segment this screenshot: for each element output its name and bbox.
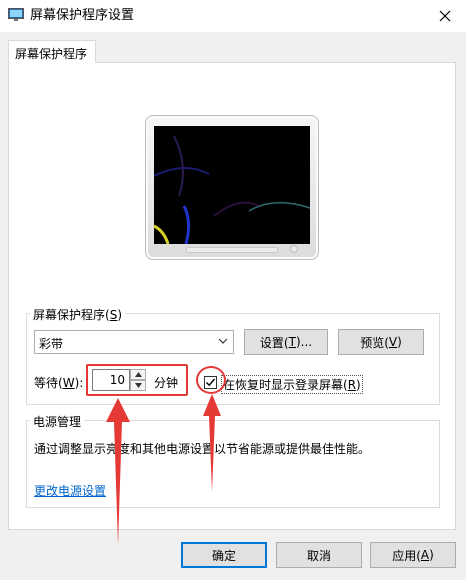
resume-login-label[interactable]: 在恢复时显示登录屏幕(R) [221,375,363,394]
apply-button[interactable]: 应用(A) [370,542,456,568]
settings-button[interactable]: 设置(T)... [244,329,328,355]
screensaver-select[interactable]: 彩带 [34,330,234,354]
wait-highlight-box [86,364,188,396]
power-description: 通过调整显示亮度和其他电源设置以节省能源或提供最佳性能。 [34,442,371,456]
change-power-settings-link[interactable]: 更改电源设置 [34,482,106,499]
wait-label: 等待(W): [34,376,84,390]
close-icon [439,10,451,22]
power-led [290,245,298,253]
monitor-base [186,247,278,253]
checkbox-highlight-circle [196,366,226,394]
preview-button[interactable]: 预览(V) [338,329,424,355]
window-title: 屏幕保护程序设置 [30,8,135,23]
chevron-down-icon [218,338,228,344]
cancel-button[interactable]: 取消 [276,542,362,568]
preview-screen [154,126,310,244]
screensaver-group-label: 屏幕保护程序(S) [30,306,125,323]
power-group-label: 电源管理 [30,413,85,430]
ok-button[interactable]: 确定 [181,542,267,568]
monitor-settings-icon [8,8,24,22]
screensaver-selected-value: 彩带 [39,337,64,351]
close-button[interactable] [424,0,466,32]
tab-screensaver[interactable]: 屏幕保护程序 [8,40,96,63]
